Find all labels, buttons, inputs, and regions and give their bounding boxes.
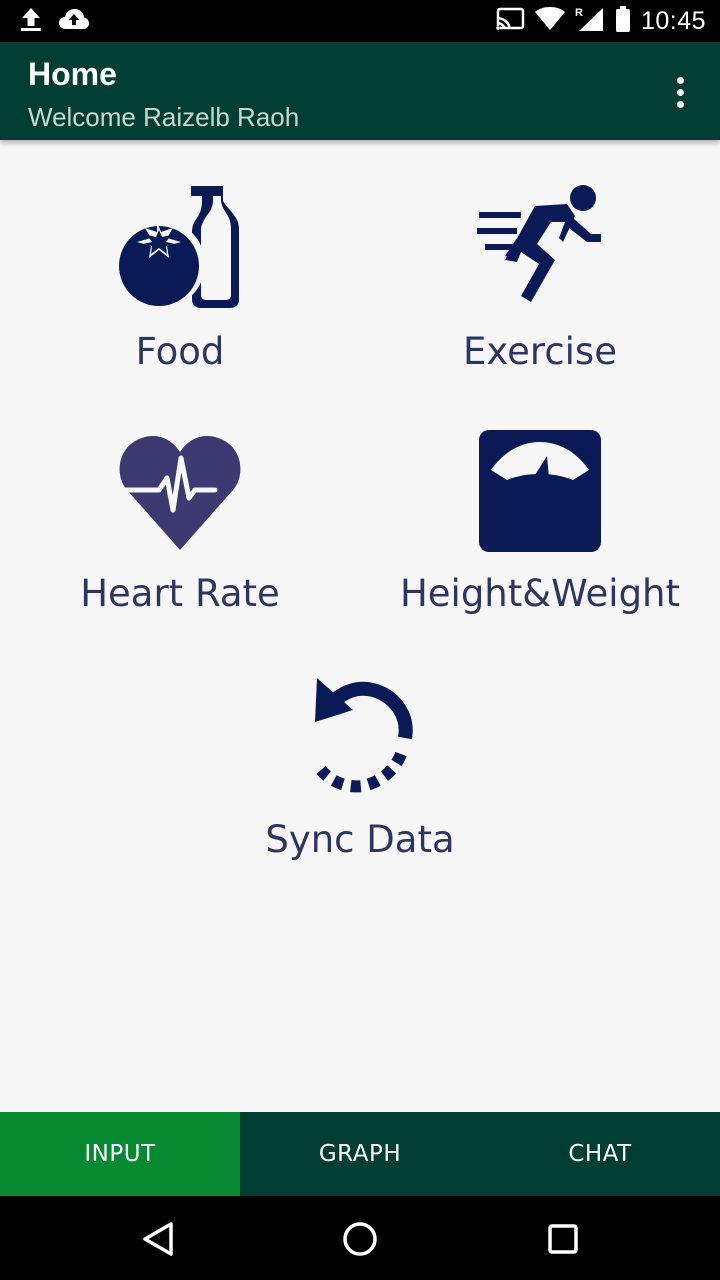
tab-input[interactable]: INPUT bbox=[0, 1112, 240, 1196]
exercise-icon bbox=[477, 185, 601, 302]
battery-icon bbox=[615, 6, 631, 36]
height-weight-tile[interactable]: Height&Weight bbox=[380, 428, 700, 615]
bottom-tab-bar: INPUT GRAPH CHAT bbox=[0, 1112, 720, 1196]
height-weight-label: Height&Weight bbox=[399, 572, 681, 615]
home-icon[interactable] bbox=[335, 1214, 385, 1264]
system-nav-bar bbox=[0, 1196, 720, 1280]
svg-text:R: R bbox=[575, 7, 583, 19]
exercise-label: Exercise bbox=[463, 330, 617, 373]
status-bar: R 10:45 bbox=[0, 0, 720, 42]
exercise-tile[interactable]: Exercise bbox=[380, 182, 700, 373]
tab-graph[interactable]: GRAPH bbox=[240, 1112, 480, 1196]
back-icon[interactable] bbox=[133, 1214, 183, 1264]
recents-icon[interactable] bbox=[538, 1214, 588, 1264]
food-tile[interactable]: Food bbox=[20, 182, 340, 373]
wifi-icon bbox=[534, 7, 565, 35]
heart-rate-tile[interactable]: Heart Rate bbox=[20, 428, 340, 615]
tab-chat[interactable]: CHAT bbox=[480, 1112, 720, 1196]
sync-data-label: Sync Data bbox=[265, 818, 455, 861]
heart-rate-icon bbox=[116, 435, 241, 550]
scale-icon bbox=[479, 430, 601, 552]
more-vert-icon[interactable] bbox=[660, 72, 700, 112]
welcome-subtitle: Welcome Raizelb Raoh bbox=[28, 102, 300, 132]
food-icon bbox=[117, 186, 239, 308]
food-label: Food bbox=[135, 330, 225, 373]
signal-roaming-icon: R bbox=[575, 6, 605, 36]
app-bar: Home Welcome Raizelb Raoh bbox=[0, 42, 720, 140]
upload-icon bbox=[18, 6, 44, 36]
page-title: Home bbox=[28, 56, 117, 92]
clock: 10:45 bbox=[640, 6, 706, 35]
cloud-upload-icon bbox=[58, 7, 90, 35]
heart-rate-label: Heart Rate bbox=[80, 572, 280, 615]
sync-icon bbox=[315, 678, 413, 793]
sync-data-tile[interactable]: Sync Data bbox=[200, 670, 520, 861]
cast-icon bbox=[494, 7, 525, 35]
